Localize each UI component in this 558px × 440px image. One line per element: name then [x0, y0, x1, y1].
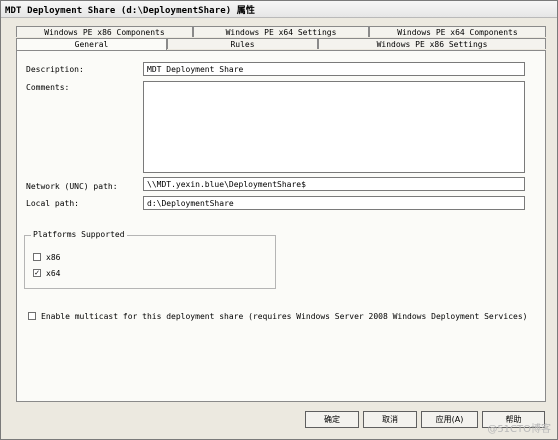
cancel-button[interactable]: 取消	[363, 411, 417, 428]
local-path-input[interactable]: d:\DeploymentShare	[143, 196, 525, 210]
comments-label: Comments:	[26, 83, 70, 92]
platforms-title: Platforms Supported	[31, 230, 127, 239]
tab-windows-pe-x86-components[interactable]: Windows PE x86 Components	[16, 26, 193, 37]
x86-checkbox[interactable]	[33, 253, 41, 261]
watermark-text: @51CTO博客	[487, 424, 551, 435]
x64-label: x64	[46, 269, 61, 278]
tab-windows-pe-x86-settings[interactable]: Windows PE x86 Settings	[318, 38, 546, 49]
x64-checkbox[interactable]: ✓	[33, 269, 41, 277]
checkmark-icon: ✓	[34, 268, 40, 277]
description-input[interactable]: MDT Deployment Share	[143, 62, 525, 76]
tab-windows-pe-x64-settings[interactable]: Windows PE x64 Settings	[193, 26, 369, 37]
description-label: Description:	[26, 65, 84, 74]
ok-button[interactable]: 确定	[305, 411, 359, 428]
tab-general[interactable]: General	[16, 38, 167, 50]
multicast-checkbox[interactable]	[28, 312, 36, 320]
comments-textarea[interactable]	[143, 81, 525, 173]
properties-window: MDT Deployment Share (d:\DeploymentShare…	[0, 0, 558, 440]
tab-rules[interactable]: Rules	[167, 38, 318, 49]
window-title: MDT Deployment Share (d:\DeploymentShare…	[5, 6, 255, 16]
local-path-label: Local path:	[26, 199, 79, 208]
multicast-label: Enable multicast for this deployment sha…	[41, 312, 528, 321]
unc-path-label: Network (UNC) path:	[26, 182, 118, 191]
title-bar: MDT Deployment Share (d:\DeploymentShare…	[1, 1, 557, 18]
platforms-groupbox	[24, 235, 276, 289]
unc-path-input[interactable]: \\MDT.yexin.blue\DeploymentShare$	[143, 177, 525, 191]
tab-windows-pe-x64-components[interactable]: Windows PE x64 Components	[369, 26, 546, 37]
apply-button[interactable]: 应用(A)	[421, 411, 478, 428]
x86-label: x86	[46, 253, 61, 262]
